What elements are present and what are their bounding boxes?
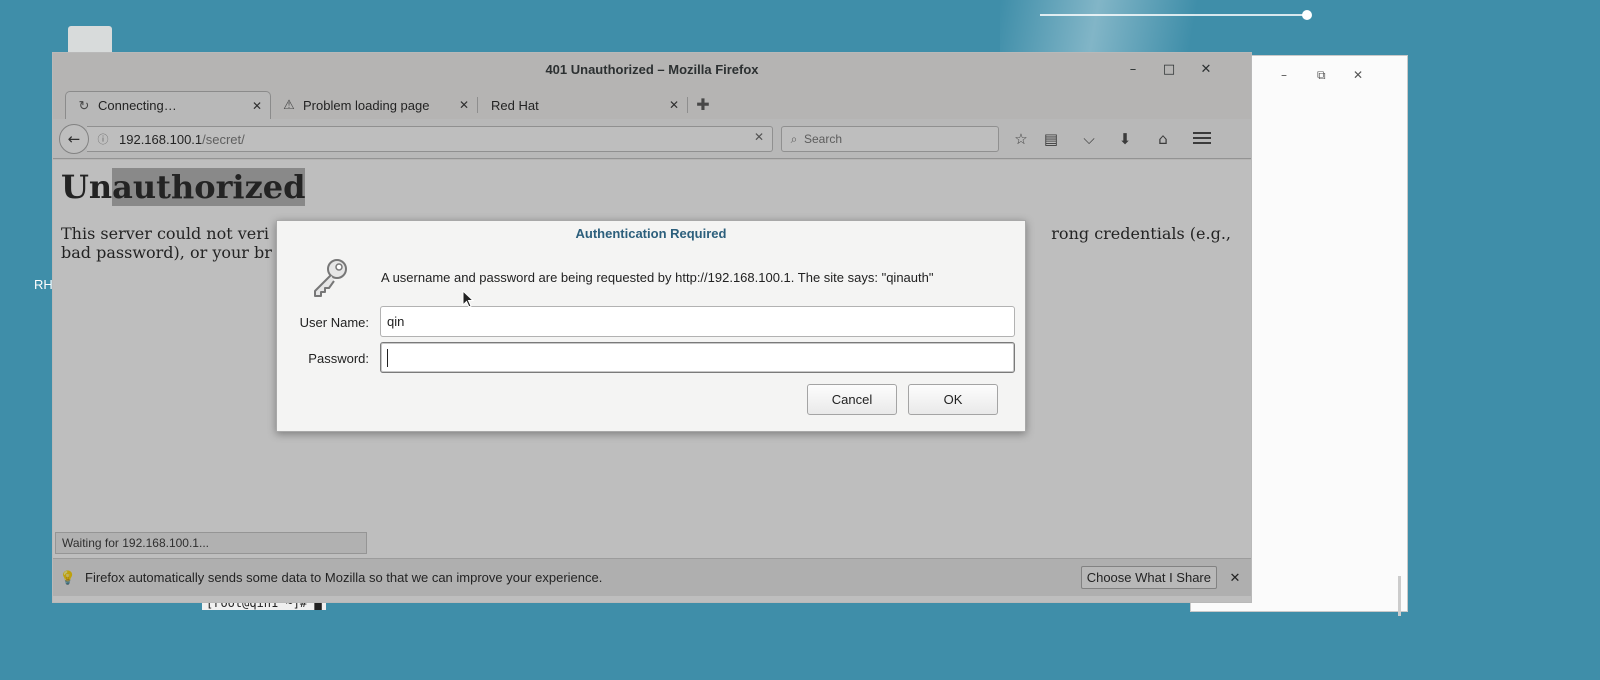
loading-icon: ↻ [78, 97, 90, 113]
desktop-highlight [1000, 0, 1320, 60]
back-arrow-icon: ← [67, 130, 81, 148]
maximize-icon[interactable]: □ [1159, 53, 1179, 87]
navigation-toolbar: ⓘ 192.168.100.1/secret/ ✕ ← ⌕ ☆ ▤ ⌵ ⬇ ⌂ [53, 119, 1251, 159]
search-icon: ⌕ [790, 131, 798, 146]
text-caret [387, 349, 388, 367]
url-path: /secret/ [202, 131, 245, 147]
home-icon[interactable]: ⌂ [1151, 129, 1175, 149]
ok-button[interactable]: OK [908, 384, 998, 415]
tab-close-icon[interactable]: ✕ [665, 98, 683, 112]
search-input[interactable] [804, 132, 984, 146]
tab-label: Connecting… [98, 98, 177, 113]
tab-problem-loading[interactable]: ⚠ Problem loading page ✕ [271, 91, 477, 119]
url-bar[interactable]: ⓘ 192.168.100.1/secret/ ✕ [87, 126, 773, 152]
info-icon[interactable]: ⓘ [93, 131, 113, 147]
close-icon[interactable]: ✕ [1225, 570, 1245, 586]
tab-label: Red Hat [491, 97, 539, 113]
desktop-label: RH [34, 277, 53, 292]
status-bar: Waiting for 192.168.100.1... [55, 532, 367, 554]
tab-bar: ↻ Connecting… ✕ ⚠ Problem loading page ✕… [53, 89, 1251, 119]
key-icon [314, 259, 347, 297]
dialog-title: Authentication Required [575, 226, 727, 241]
choose-what-i-share-button[interactable]: Choose What I Share [1080, 566, 1217, 589]
desktop-line [1040, 14, 1310, 16]
new-tab-icon[interactable]: ✚ [693, 91, 713, 119]
username-label: User Name: [299, 315, 369, 330]
bookmark-star-icon[interactable]: ☆ [1009, 129, 1033, 149]
restore-icon[interactable]: ⧉ [1317, 68, 1326, 83]
clear-url-icon[interactable]: ✕ [754, 130, 764, 144]
tab-label: Problem loading page [303, 97, 430, 113]
pocket-icon[interactable]: ⌵ [1077, 129, 1101, 149]
warning-icon: ⚠ [283, 97, 295, 112]
dialog-message: A username and password are being reques… [381, 270, 934, 285]
tab-connecting[interactable]: ↻ Connecting… ✕ [65, 91, 271, 119]
cancel-button[interactable]: Cancel [807, 384, 897, 415]
tab-close-icon[interactable]: ✕ [248, 99, 266, 113]
url-host: 192.168.100.1 [119, 131, 203, 147]
back-button[interactable]: ← [59, 124, 89, 154]
tab-close-icon[interactable]: ✕ [455, 98, 473, 112]
window-title: 401 Unauthorized – Mozilla Firefox [545, 62, 759, 77]
close-icon[interactable]: ✕ [1353, 68, 1363, 82]
close-icon[interactable]: ✕ [1196, 53, 1216, 87]
desktop-dot [1302, 10, 1312, 20]
auth-dialog: Authentication Required A username and p… [276, 220, 1026, 432]
reading-list-icon[interactable]: ▤ [1039, 129, 1063, 149]
mouse-pointer-icon [462, 290, 474, 308]
lightbulb-icon: 💡 [59, 569, 77, 585]
minimize-icon[interactable]: – [1281, 68, 1287, 82]
password-input[interactable] [380, 342, 1015, 373]
tab-separator [687, 97, 688, 113]
password-label: Password: [308, 351, 369, 366]
scrollbar[interactable] [1398, 576, 1401, 616]
minimize-icon[interactable]: – [1123, 53, 1143, 87]
notification-bar: 💡 Firefox automatically sends some data … [53, 558, 1251, 596]
tab-red-hat[interactable]: Red Hat ✕ [477, 91, 687, 119]
notification-text: Firefox automatically sends some data to… [85, 570, 603, 585]
username-input[interactable] [380, 306, 1015, 337]
downloads-icon[interactable]: ⬇ [1113, 129, 1137, 149]
menu-icon[interactable] [1191, 129, 1213, 147]
page-heading: Unauthorized [61, 168, 306, 206]
search-box[interactable]: ⌕ [781, 126, 999, 152]
selected-text: authorized [112, 168, 306, 206]
